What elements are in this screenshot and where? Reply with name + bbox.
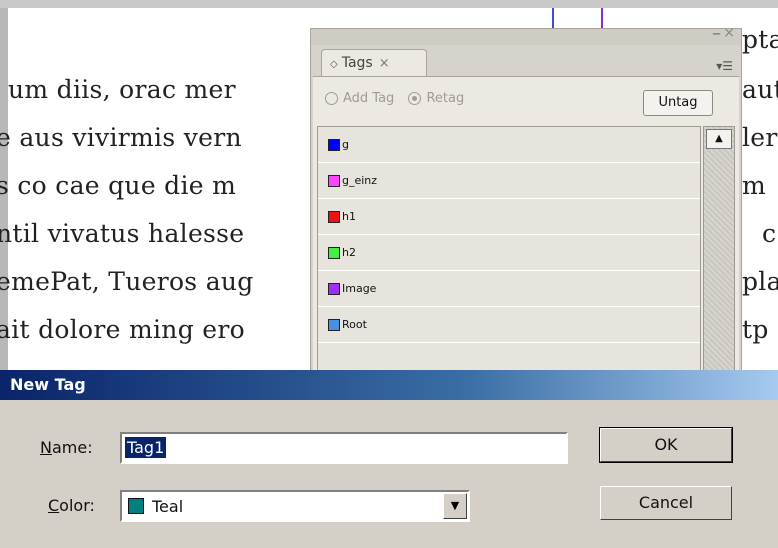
doc-text-fragment: aut	[742, 75, 778, 104]
color-swatch	[128, 498, 144, 514]
tab-close-icon[interactable]: ×	[379, 56, 390, 71]
doc-text-fragment: pta	[742, 25, 778, 54]
doc-text-line: s co cae que die m	[0, 171, 237, 200]
close-icon[interactable]: ×	[723, 25, 735, 41]
list-item[interactable]: h1	[318, 199, 700, 235]
panel-menu-icon[interactable]: ▾☰	[716, 59, 733, 73]
panel-titlebar[interactable]	[311, 29, 741, 45]
cancel-button[interactable]: Cancel	[600, 486, 732, 520]
tag-list: g g_einz h1 h2 Image Root	[317, 126, 701, 372]
tag-color-swatch	[328, 139, 340, 151]
color-label: Color:	[48, 496, 95, 515]
tag-color-swatch	[328, 211, 340, 223]
tag-name: g	[342, 138, 349, 151]
add-tag-label: Add Tag	[343, 91, 395, 106]
name-label: Name:	[40, 438, 93, 457]
list-item[interactable]: Root	[318, 307, 700, 343]
new-tag-dialog: New Tag Name: Tag1 Color: Teal ▼ OK Canc…	[0, 370, 778, 548]
doc-text-line: e aus vivirmis vern	[0, 123, 242, 152]
list-item[interactable]: g	[318, 127, 700, 163]
doc-text-line: um diis, orac mer	[8, 75, 236, 104]
tag-name: g_einz	[342, 174, 378, 187]
doc-text-line: ait dolore ming ero	[0, 315, 245, 344]
tab-tags-label: Tags	[341, 55, 373, 71]
list-item[interactable]: h2	[318, 235, 700, 271]
doc-text-line: ntil vivatus halesse	[0, 219, 245, 248]
dialog-title[interactable]: New Tag	[0, 370, 778, 400]
tag-name: h1	[342, 210, 356, 223]
doc-text-fragment: tp	[742, 315, 769, 344]
tag-color-swatch	[328, 283, 340, 295]
retag-radio[interactable]	[408, 92, 422, 105]
tag-color-swatch	[328, 175, 340, 187]
ok-button[interactable]: OK	[599, 427, 733, 463]
ruler-top	[0, 0, 778, 8]
tag-name: Image	[342, 282, 377, 295]
chevron-down-icon[interactable]: ▼	[443, 493, 467, 519]
tags-panel: – × ◇ Tags × ▾☰ Add Tag Retag Untag g g_ei…	[310, 23, 742, 373]
untag-button[interactable]: Untag	[643, 90, 713, 116]
list-item[interactable]: Image	[318, 271, 700, 307]
tag-name: h2	[342, 246, 356, 259]
doc-text-fragment: ler	[742, 123, 778, 152]
color-dropdown[interactable]: Teal ▼	[120, 490, 470, 522]
panel-body: Add Tag Retag Untag g g_einz h1 h2 Image…	[313, 76, 739, 373]
list-item[interactable]: g_einz	[318, 163, 700, 199]
add-tag-radio[interactable]	[325, 92, 338, 105]
color-value: Teal	[152, 497, 184, 516]
doc-text-line: emePat, Tueros aug	[0, 267, 254, 296]
doc-text-fragment: c	[762, 219, 777, 248]
tag-name: Root	[342, 318, 367, 331]
tag-list-scrollbar[interactable]: ▲	[703, 126, 735, 372]
tag-color-swatch	[328, 247, 340, 259]
tab-tags[interactable]: ◇ Tags ×	[321, 49, 427, 76]
doc-text-fragment: pla	[742, 267, 778, 296]
doc-text-fragment: m	[742, 171, 767, 200]
expand-icon[interactable]: ◇	[330, 59, 338, 70]
name-field[interactable]: Tag1	[120, 432, 568, 464]
tag-mode-options: Add Tag Retag	[325, 91, 474, 106]
minimize-icon[interactable]: –	[712, 23, 721, 44]
name-field-value: Tag1	[125, 437, 167, 458]
tag-color-swatch	[328, 319, 340, 331]
retag-label: Retag	[426, 91, 465, 106]
scroll-up-arrow-icon[interactable]: ▲	[706, 129, 732, 149]
